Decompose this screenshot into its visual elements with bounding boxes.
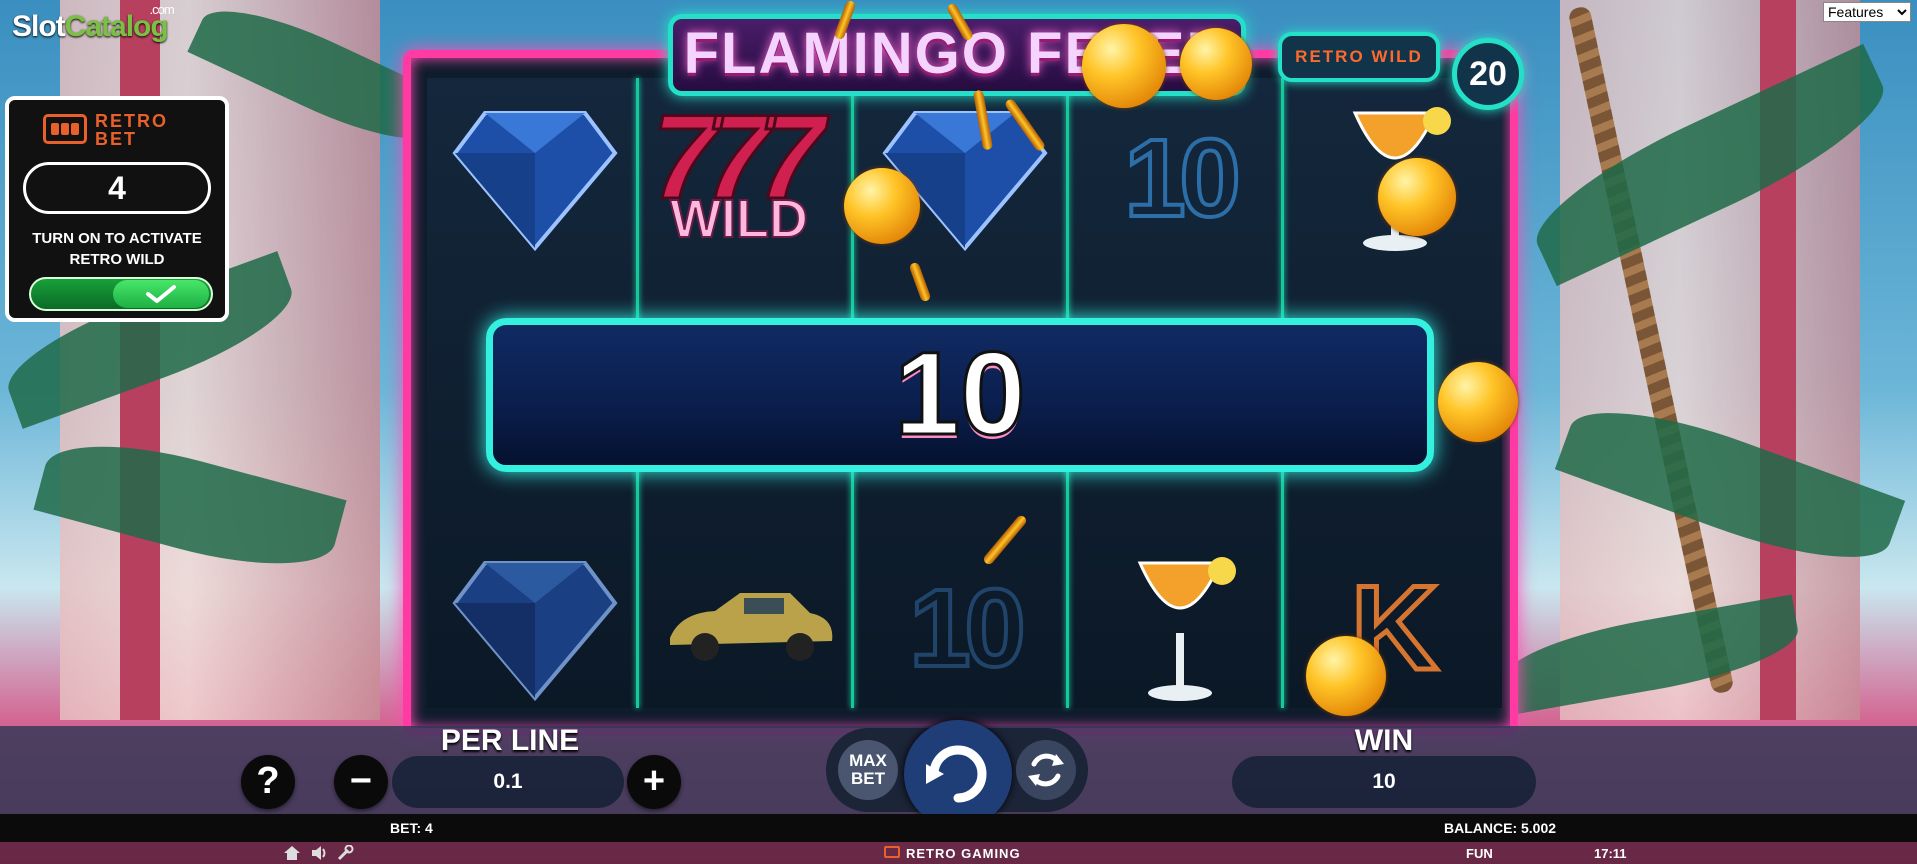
coin — [1438, 362, 1518, 442]
footer-brand: RETRO GAMING — [906, 846, 1021, 861]
car-symbol — [642, 528, 857, 728]
coin — [1378, 158, 1456, 236]
home-icon[interactable] — [283, 845, 301, 864]
retro-bet-panel: RETRO BET 4 TURN ON TO ACTIVATE RETRO WI… — [5, 96, 229, 322]
increase-bet-button[interactable]: + — [627, 755, 681, 809]
free-spins-counter: 20 — [1452, 38, 1524, 110]
footer-bar: RETRO GAMING FUN 17:11 — [0, 842, 1917, 864]
coin — [844, 168, 920, 244]
coin — [1082, 24, 1166, 108]
win-value: 10 — [1232, 756, 1536, 808]
spin-icon — [926, 745, 987, 803]
ten-symbol: 10 — [857, 528, 1072, 728]
per-line-label: PER LINE — [440, 724, 580, 757]
autoplay-button[interactable] — [1016, 740, 1076, 800]
max-bet-label-line1: MAX — [849, 751, 887, 770]
settings-icon[interactable] — [336, 844, 354, 864]
win-banner: 10 — [486, 318, 1434, 472]
decrease-bet-button[interactable]: − — [334, 755, 388, 809]
diamond-symbol — [427, 78, 642, 278]
spin-controls: MAX BET — [826, 720, 1088, 828]
retro-bet-logo: RETRO BET — [39, 110, 199, 148]
ten-symbol: 10 — [1072, 78, 1287, 278]
win-label: WIN — [1354, 724, 1414, 757]
play-mode: FUN — [1466, 846, 1493, 861]
retro-bet-value: 4 — [23, 162, 211, 214]
diamond-icon — [451, 561, 618, 702]
features-dropdown[interactable]: Features — [1823, 2, 1911, 22]
help-button[interactable]: ? — [241, 755, 295, 809]
per-line-value: 0.1 — [392, 756, 624, 808]
ten-text: 10 — [1122, 115, 1242, 242]
toggle-knob[interactable] — [113, 280, 209, 308]
retro-logo-word-bottom: BET — [95, 129, 137, 149]
balance-display: BALANCE: 5.002 — [1444, 820, 1557, 836]
autoplay-icon — [1028, 753, 1064, 787]
clock: 17:11 — [1594, 846, 1627, 861]
checkmark-icon — [146, 285, 176, 303]
retro-bet-instruction: TURN ON TO ACTIVATE RETRO WILD — [32, 230, 202, 268]
ten-text: 10 — [907, 565, 1027, 692]
coin — [1180, 28, 1252, 100]
logo-slot-text: Slot — [12, 10, 66, 43]
max-bet-label-line2: BET — [851, 769, 885, 788]
retro-wild-badge: RETRO WILD — [1278, 32, 1440, 82]
seven-wild-symbol: 777 WILD — [642, 78, 857, 278]
win-banner-amount: 10 — [893, 327, 1027, 462]
status-bar: BET: 4 BALANCE: 5.002 — [0, 814, 1917, 842]
cocktail-symbol — [1072, 528, 1287, 728]
max-bet-button[interactable]: MAX BET — [838, 740, 898, 800]
slot-machine-icon — [43, 114, 87, 144]
logo-com-text: .com — [149, 2, 175, 17]
diamond-symbol — [427, 528, 642, 728]
wild-text: WILD — [669, 188, 809, 250]
diamond-icon — [451, 111, 618, 252]
bet-display: BET: 4 — [390, 820, 433, 836]
retro-wild-toggle[interactable] — [29, 277, 213, 311]
coin — [1306, 636, 1386, 716]
retro-logo-word-top: RETRO — [95, 111, 168, 131]
car-icon — [669, 593, 832, 661]
sound-icon[interactable] — [310, 845, 328, 864]
cocktail-icon — [1137, 557, 1236, 701]
retro-gaming-icon — [884, 846, 900, 858]
spin-button[interactable] — [904, 720, 1012, 828]
slotcatalog-logo: SlotCatalog .com — [12, 2, 175, 44]
